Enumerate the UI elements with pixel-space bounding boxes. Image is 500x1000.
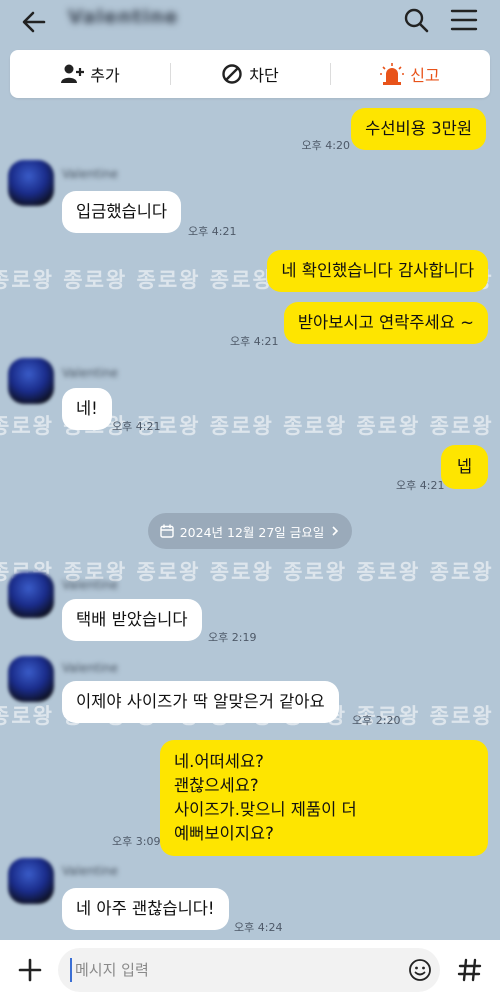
calendar-icon	[160, 524, 174, 538]
block-button[interactable]: 차단	[170, 50, 330, 98]
sender-name: Valentine	[62, 578, 118, 592]
siren-icon	[380, 63, 405, 85]
search-button[interactable]	[400, 4, 432, 36]
date-divider[interactable]: 2024년 12월 27일 금요일	[148, 513, 352, 549]
add-label: 추가	[90, 66, 120, 85]
chevron-right-icon	[332, 526, 339, 536]
hashtag-button[interactable]	[454, 954, 486, 986]
their-message-bubble[interactable]: 네!	[62, 388, 112, 430]
my-message-bubble[interactable]: 수선비용 3만원	[351, 108, 486, 150]
my-message-bubble[interactable]: 받아보시고 연락주세요 ~	[283, 302, 488, 344]
my-message-bubble[interactable]: 네 확인했습니다 감사합니다	[267, 250, 488, 292]
block-icon	[222, 64, 242, 84]
their-message-bubble[interactable]: 이제야 사이즈가 딱 알맞은거 같아요	[62, 681, 339, 723]
emoji-icon	[409, 959, 431, 981]
sender-name: Valentine	[62, 864, 118, 878]
chat-room-title: Valentine	[68, 6, 179, 28]
report-button[interactable]: 신고	[330, 50, 490, 98]
plus-icon	[18, 958, 42, 982]
sender-name: Valentine	[62, 167, 118, 181]
top-bar: Valentine	[0, 0, 500, 44]
message-composer	[0, 940, 500, 1000]
message-input[interactable]	[70, 958, 400, 982]
avatar[interactable]	[8, 858, 54, 904]
message-time: 오후 2:19	[208, 631, 257, 644]
hash-icon	[457, 958, 482, 982]
add-friend-button[interactable]: 추가	[10, 50, 170, 98]
message-time: 오후 4:21	[396, 479, 445, 492]
add-person-icon	[61, 64, 85, 83]
my-message-bubble[interactable]: 넵	[440, 445, 488, 489]
their-message-bubble[interactable]: 네 아주 괜찮습니다!	[62, 888, 229, 930]
their-message-bubble[interactable]: 입금했습니다	[62, 191, 182, 233]
attach-button[interactable]	[14, 954, 46, 986]
their-message-bubble[interactable]: 택배 받았습니다	[62, 599, 202, 641]
sender-name: Valentine	[62, 661, 118, 675]
message-time: 오후 3:09	[112, 835, 161, 848]
menu-button[interactable]	[448, 4, 480, 36]
date-divider-label: 2024년 12월 27일 금요일	[179, 524, 325, 540]
report-label: 신고	[410, 66, 440, 85]
message-time: 오후 2:20	[352, 714, 401, 727]
message-time: 오후 4:21	[112, 420, 161, 433]
emoji-button[interactable]	[408, 958, 432, 982]
avatar[interactable]	[8, 656, 54, 702]
friend-action-bar: 추가 차단 신고	[10, 50, 490, 98]
avatar[interactable]	[8, 160, 54, 206]
message-time: 오후 4:21	[230, 335, 279, 348]
arrow-left-icon	[22, 11, 46, 33]
sender-name: Valentine	[62, 366, 118, 380]
back-button[interactable]	[18, 6, 50, 38]
message-time: 오후 4:20	[301, 139, 350, 152]
message-time: 오후 4:24	[234, 921, 283, 934]
my-message-bubble[interactable]: 네.어떠세요? 괜찮으세요? 사이즈가.맞으니 제품이 더 예뻐보이지요?	[160, 740, 488, 856]
hamburger-menu-icon	[450, 9, 478, 31]
message-time: 오후 4:21	[188, 225, 237, 238]
block-label: 차단	[249, 66, 279, 85]
message-input-wrapper	[58, 948, 440, 992]
search-icon	[404, 8, 429, 33]
avatar[interactable]	[8, 358, 54, 404]
avatar[interactable]	[8, 572, 54, 618]
